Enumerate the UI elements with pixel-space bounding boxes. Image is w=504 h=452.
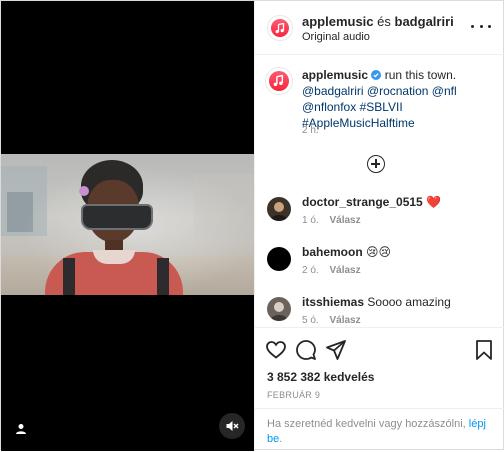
reply-button[interactable]: Válasz: [329, 315, 360, 326]
audio-label[interactable]: Original audio: [302, 31, 370, 43]
mention-link[interactable]: @nflonfox: [302, 100, 356, 114]
commenter-avatar[interactable]: [267, 247, 291, 271]
comment-item: bahemoon 😢😢 2 ó. Válasz: [255, 245, 504, 293]
collaborator-username[interactable]: badgalriri: [395, 14, 454, 29]
hashtag-link[interactable]: #SBLVII: [360, 100, 403, 114]
comment-body: 😢😢: [366, 245, 392, 259]
video-frame[interactable]: [1, 154, 254, 295]
comment-button[interactable]: [295, 339, 317, 361]
commenter-avatar[interactable]: [267, 197, 291, 221]
owner-avatar[interactable]: [267, 15, 293, 41]
comment-text: doctor_strange_0515 ❤️: [302, 195, 441, 209]
post-header: applemusic és badgalriri Original audio: [255, 1, 504, 55]
comment-username[interactable]: itsshiemas: [302, 295, 364, 309]
comment-time[interactable]: 1 ó.: [302, 215, 319, 226]
comment-meta: 2 ó. Válasz: [302, 265, 361, 276]
apple-music-icon: [274, 74, 284, 87]
comment-username[interactable]: doctor_strange_0515: [302, 195, 423, 209]
reply-button[interactable]: Válasz: [329, 265, 360, 276]
owner-username[interactable]: applemusic: [302, 14, 374, 29]
comment-meta: 1 ó. Válasz: [302, 215, 361, 226]
user-tag-button[interactable]: [9, 417, 33, 441]
caption-text: run this town.: [384, 68, 457, 82]
mute-button[interactable]: [219, 413, 245, 439]
avatar-photo: [270, 202, 288, 221]
comment-time[interactable]: 5 ó.: [302, 315, 319, 326]
post-side-panel: applemusic és badgalriri Original audio: [254, 1, 504, 451]
header-title: applemusic és badgalriri: [302, 14, 454, 29]
caption-username[interactable]: applemusic: [302, 68, 368, 82]
reply-button[interactable]: Válasz: [329, 215, 360, 226]
comment-text: itsshiemas Soooo amazing: [302, 295, 451, 309]
backpack-strap: [157, 258, 169, 295]
bookmark-icon: [476, 340, 492, 360]
heart-icon: [266, 341, 286, 359]
user-tag-icon: [16, 424, 26, 434]
comment-icon: [296, 340, 316, 360]
share-button[interactable]: [325, 339, 347, 361]
caption: applemusic run this town. @badgalriri @r…: [302, 67, 498, 131]
save-button[interactable]: [473, 339, 495, 361]
joiner-text: és: [377, 14, 391, 29]
comment-text: bahemoon 😢😢: [302, 245, 391, 259]
login-prompt-bar: Ha szeretnéd kedvelni vagy hozzászólni, …: [255, 408, 504, 452]
speaker-muted-icon: [226, 421, 239, 431]
verified-badge-icon: [371, 70, 382, 80]
comment-item: doctor_strange_0515 ❤️ 1 ó. Válasz: [255, 195, 504, 243]
post-dialog: applemusic és badgalriri Original audio: [0, 0, 504, 451]
mention-link[interactable]: @rocnation: [367, 84, 429, 98]
login-prompt-text: Ha szeretnéd kedvelni vagy hozzászólni,: [267, 418, 466, 430]
comment-meta: 5 ó. Válasz: [302, 315, 361, 326]
more-options-icon: [471, 24, 474, 28]
comment-item: itsshiemas Soooo amazing 5 ó. Válasz: [255, 295, 504, 327]
post-date[interactable]: FEBRUÁR 9: [267, 390, 320, 400]
like-button[interactable]: [265, 339, 287, 361]
caption-avatar[interactable]: [265, 67, 293, 95]
login-prompt: Ha szeretnéd kedvelni vagy hozzászólni, …: [267, 417, 497, 447]
hashtag-link[interactable]: #AppleMusicHalftime: [302, 116, 415, 130]
sunglasses: [81, 204, 153, 230]
avatar-photo: [270, 302, 288, 321]
apple-music-icon: [275, 22, 285, 33]
mention-link[interactable]: @nfl: [432, 84, 457, 98]
video-player[interactable]: [1, 1, 254, 451]
load-more-comments-button[interactable]: [367, 155, 385, 173]
likes-count[interactable]: 3 852 382 kedvelés: [267, 370, 374, 384]
comment-username[interactable]: bahemoon: [302, 245, 363, 259]
share-icon: [326, 340, 346, 360]
post-actions: 3 852 382 kedvelés FEBRUÁR 9 Ha szeretné…: [255, 327, 504, 451]
comment-body: Soooo amazing: [367, 295, 451, 309]
comment-time[interactable]: 2 ó.: [302, 265, 319, 276]
caption-time[interactable]: 2 h.: [302, 125, 319, 136]
comment-body: ❤️: [426, 195, 442, 209]
comments-section[interactable]: applemusic run this town. @badgalriri @r…: [255, 55, 504, 327]
commenter-avatar[interactable]: [267, 297, 291, 321]
backpack-strap: [63, 258, 75, 295]
login-suffix: .: [279, 433, 283, 445]
more-options-button[interactable]: [471, 19, 491, 33]
mention-link[interactable]: @badgalriri: [302, 84, 364, 98]
hair-bow: [79, 186, 89, 196]
